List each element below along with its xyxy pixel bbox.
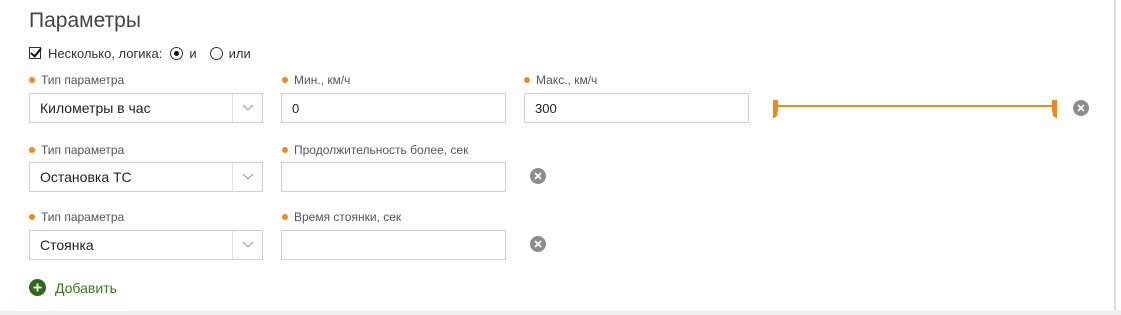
param-type-label: Тип параметра bbox=[29, 73, 124, 87]
close-circle-icon[interactable] bbox=[530, 168, 546, 184]
min-speed-label: Мин., км/ч bbox=[282, 73, 350, 87]
required-dot bbox=[29, 147, 35, 153]
speed-range-slider[interactable] bbox=[770, 96, 1060, 122]
required-dot bbox=[29, 77, 35, 83]
chevron-down-icon[interactable] bbox=[232, 94, 262, 122]
parking-time-label-text: Время стоянки, сек bbox=[294, 210, 402, 224]
close-circle-icon[interactable] bbox=[530, 236, 546, 252]
logic-row: Несколько, логика: и или bbox=[29, 44, 251, 62]
range-handle-min bbox=[773, 100, 778, 118]
range-handle-max bbox=[1052, 100, 1057, 118]
param-type-select[interactable]: Километры в час bbox=[29, 93, 263, 123]
required-dot bbox=[282, 214, 288, 220]
param-type-label-text: Тип параметра bbox=[41, 143, 125, 157]
bottom-divider bbox=[0, 311, 1121, 315]
add-parameter-button[interactable]: Добавить bbox=[29, 279, 117, 296]
min-speed-label-text: Мин., км/ч bbox=[294, 73, 351, 87]
parameters-panel: Параметры Несколько, логика: и или Тип п… bbox=[0, 0, 1116, 315]
duration-label: Продолжительность более, сек bbox=[282, 143, 468, 157]
max-speed-label: Макс., км/ч bbox=[524, 73, 597, 87]
param-type-label-text: Тип параметра bbox=[41, 210, 125, 224]
chevron-down-icon[interactable] bbox=[232, 163, 262, 191]
plus-circle-icon bbox=[29, 279, 46, 296]
param-type-value: Остановка ТС bbox=[40, 169, 132, 185]
logic-and-radio[interactable] bbox=[170, 46, 184, 60]
multiple-label: Несколько, логика: bbox=[48, 45, 163, 61]
param-type-label: Тип параметра bbox=[29, 210, 124, 224]
required-dot bbox=[524, 77, 530, 83]
logic-or-radio[interactable] bbox=[209, 46, 223, 60]
logic-or-label: или bbox=[228, 45, 251, 61]
required-dot bbox=[29, 214, 35, 220]
param-type-select[interactable]: Стоянка bbox=[29, 230, 263, 260]
duration-label-text: Продолжительность более, сек bbox=[294, 143, 469, 157]
param-type-value: Стоянка bbox=[40, 237, 94, 253]
param-type-select[interactable]: Остановка ТС bbox=[29, 162, 263, 192]
parking-time-label: Время стоянки, сек bbox=[282, 210, 401, 224]
max-speed-label-text: Макс., км/ч bbox=[536, 73, 598, 87]
multiple-checkbox[interactable] bbox=[29, 47, 41, 59]
max-speed-input[interactable] bbox=[524, 93, 749, 123]
min-speed-input[interactable] bbox=[281, 93, 506, 123]
duration-input[interactable] bbox=[281, 162, 506, 192]
parking-time-input[interactable] bbox=[281, 230, 506, 260]
required-dot bbox=[282, 77, 288, 83]
param-type-label-text: Тип параметра bbox=[41, 73, 125, 87]
add-parameter-label: Добавить bbox=[55, 279, 117, 296]
chevron-down-icon[interactable] bbox=[232, 231, 262, 259]
param-type-value: Километры в час bbox=[40, 100, 151, 116]
page-title: Параметры bbox=[29, 9, 141, 32]
close-circle-icon[interactable] bbox=[1073, 100, 1089, 116]
param-type-label: Тип параметра bbox=[29, 143, 124, 157]
required-dot bbox=[282, 147, 288, 153]
logic-and-label: и bbox=[189, 45, 197, 61]
